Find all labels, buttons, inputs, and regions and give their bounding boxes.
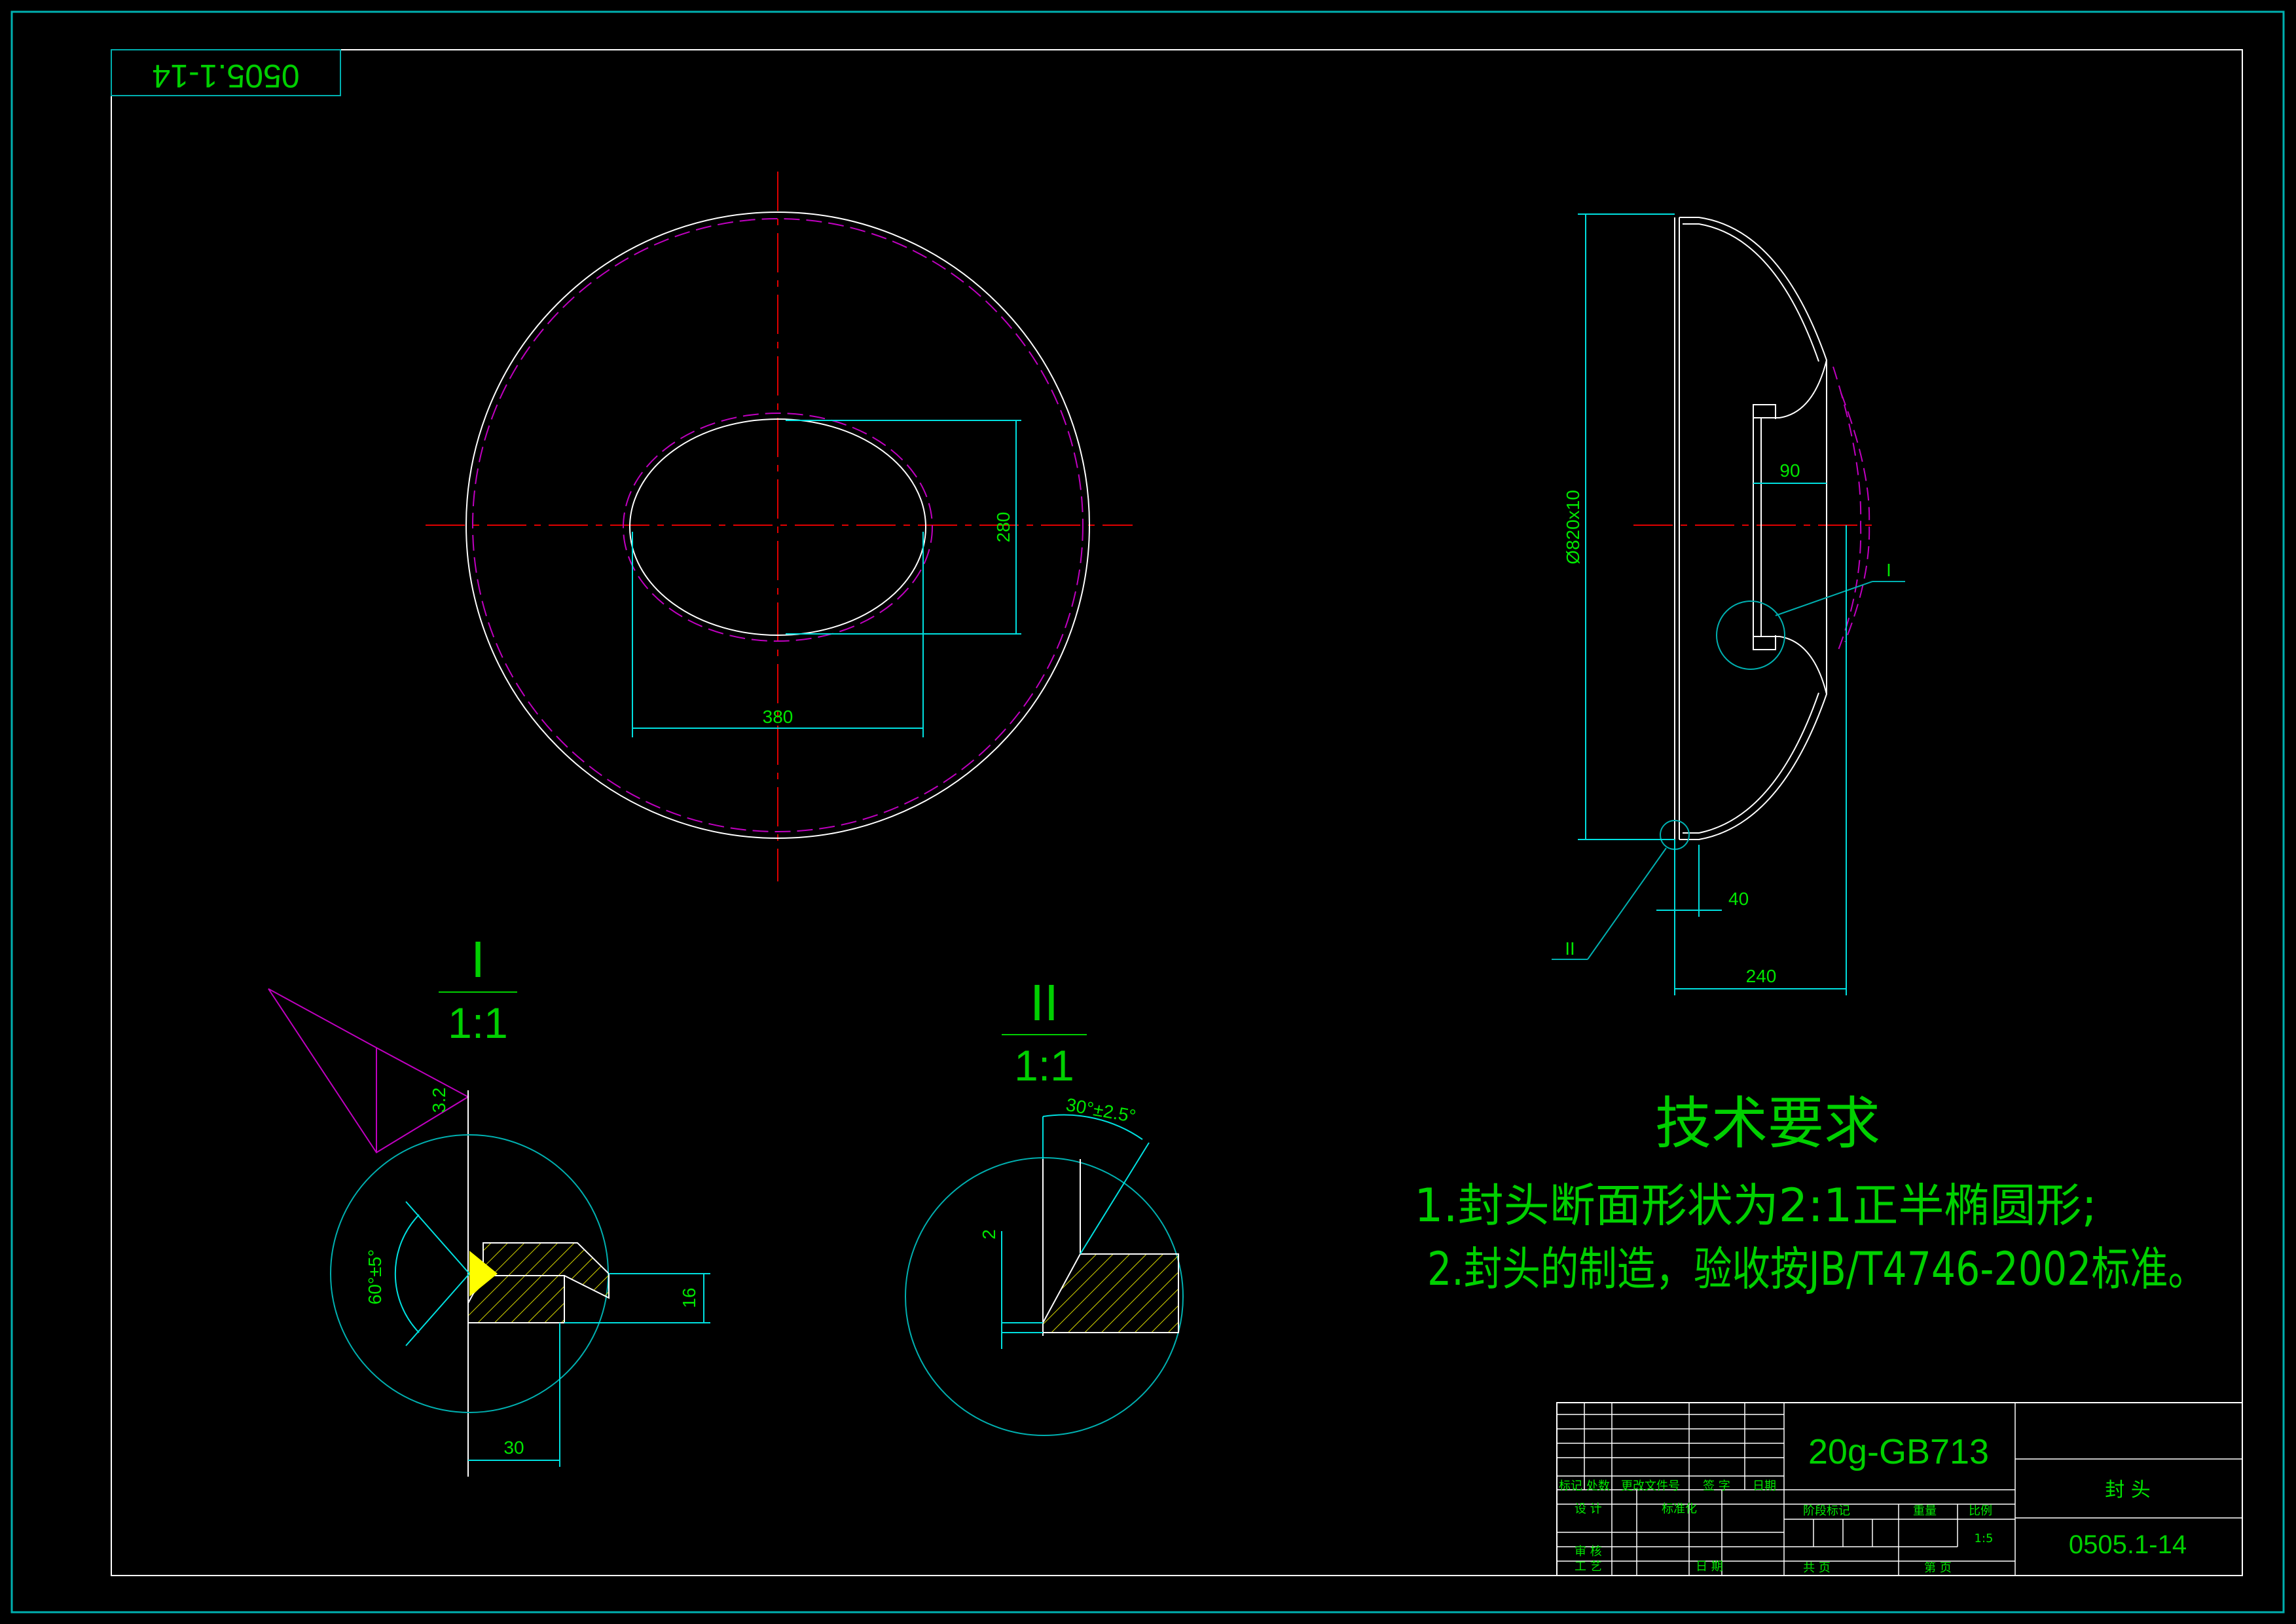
tb-design: 设 计	[1575, 1502, 1602, 1516]
tb-drawing-number: 0505.1-14	[2069, 1530, 2187, 1559]
outer-frame	[10, 10, 2285, 1614]
tb-row-label: 更改文件号	[1621, 1479, 1680, 1493]
roughness-symbol	[268, 988, 470, 1154]
dimension-depth-label: 90	[1779, 460, 1800, 481]
tb-row-label: 签 字	[1703, 1479, 1730, 1493]
detail-one-roman: I	[471, 932, 485, 989]
detail-two-scale: 1:1	[1014, 1041, 1074, 1090]
inner-frame	[111, 49, 2243, 1576]
tb-row-label: 标记	[1559, 1479, 1582, 1493]
angle-leader	[405, 1273, 470, 1346]
detail-one: I 1:1 3.2 16 30 60°±5°	[268, 932, 710, 1477]
tb-date: 日 期	[1696, 1560, 1723, 1574]
angle-leader	[1080, 1142, 1150, 1255]
detail-two: II 1:1 2 30°±2.5°	[905, 976, 1184, 1436]
section-hatch	[1042, 1253, 1179, 1333]
width-label: 30	[503, 1437, 524, 1458]
tb-part-name: 封 头	[2105, 1479, 2151, 1502]
cad-drawing: 0505.1-14 380 280 I II Ø820x10 90 40 240…	[10, 10, 2285, 1614]
dimension-flange-label: 40	[1728, 889, 1749, 909]
tb-review: 审 核	[1575, 1545, 1602, 1559]
dimension-length-label: 240	[1746, 966, 1777, 986]
requirement-item: 1.封头断面形状为2:1正半椭圆形;	[1414, 1179, 2097, 1232]
tb-scale-label: 比例	[1969, 1504, 1992, 1518]
tb-sheets-total: 共 页	[1803, 1561, 1831, 1575]
thickness-label: 16	[679, 1287, 699, 1308]
leader-line	[1775, 581, 1873, 616]
angle-label: 60°±5°	[365, 1249, 385, 1304]
tb-sheet-no: 第 页	[1924, 1561, 1952, 1575]
technical-requirements: 技术要求 1.封头断面形状为2:1正半椭圆形; 2.封头的制造，验收按JB/T4…	[1414, 1091, 2206, 1296]
dimension-height-label: 280	[993, 512, 1013, 543]
hidden-curve	[1832, 366, 1862, 655]
front-view: 380 280	[426, 172, 1133, 881]
tb-row-label: 处数	[1586, 1479, 1610, 1493]
detail-circle-one	[1716, 600, 1785, 670]
mirrored-drawing-number: 0505.1-14	[152, 58, 299, 94]
dimension-diameter-label: Ø820x10	[1563, 490, 1583, 564]
detail-marker-two: II	[1565, 940, 1575, 959]
requirements-title: 技术要求	[1655, 1091, 1880, 1156]
angle-leader	[405, 1201, 470, 1274]
side-view: I II Ø820x10 90 40 240	[1552, 213, 1905, 995]
detail-marker-one: I	[1886, 561, 1891, 581]
tb-row-label: 日期	[1753, 1479, 1776, 1493]
angle-arc	[394, 1214, 420, 1333]
requirement-item: 2.封头的制造，验收按JB/T4746-2002标准。	[1427, 1242, 2206, 1296]
manhole-neck	[1753, 360, 1827, 695]
head-profile-inner	[1683, 692, 1819, 834]
tb-stage-mark: 阶段标记	[1803, 1504, 1850, 1518]
title-block: 标记 处数 更改文件号 签 字 日期 设 计 标准化 审 核 工 艺 日 期 阶…	[1556, 1402, 2243, 1576]
head-profile-inner	[1683, 223, 1819, 362]
detail-one-scale: 1:1	[448, 999, 508, 1047]
tb-standardize: 标准化	[1662, 1502, 1697, 1516]
tb-weight: 重量	[1913, 1504, 1937, 1518]
tb-material: 20g-GB713	[1808, 1432, 1989, 1471]
roughness-value: 3.2	[429, 1088, 449, 1113]
leader-line	[1587, 847, 1667, 960]
tb-process: 工 艺	[1575, 1560, 1602, 1574]
gap-label: 2	[979, 1229, 999, 1240]
detail-two-roman: II	[1030, 976, 1059, 1032]
hidden-curve	[1840, 392, 1870, 642]
dimension-width-label: 380	[763, 707, 793, 727]
tb-scale-value: 1:5	[1975, 1532, 1994, 1545]
angle-label: 30°±2.5°	[1065, 1094, 1138, 1126]
mirrored-number-box: 0505.1-14	[111, 49, 341, 96]
